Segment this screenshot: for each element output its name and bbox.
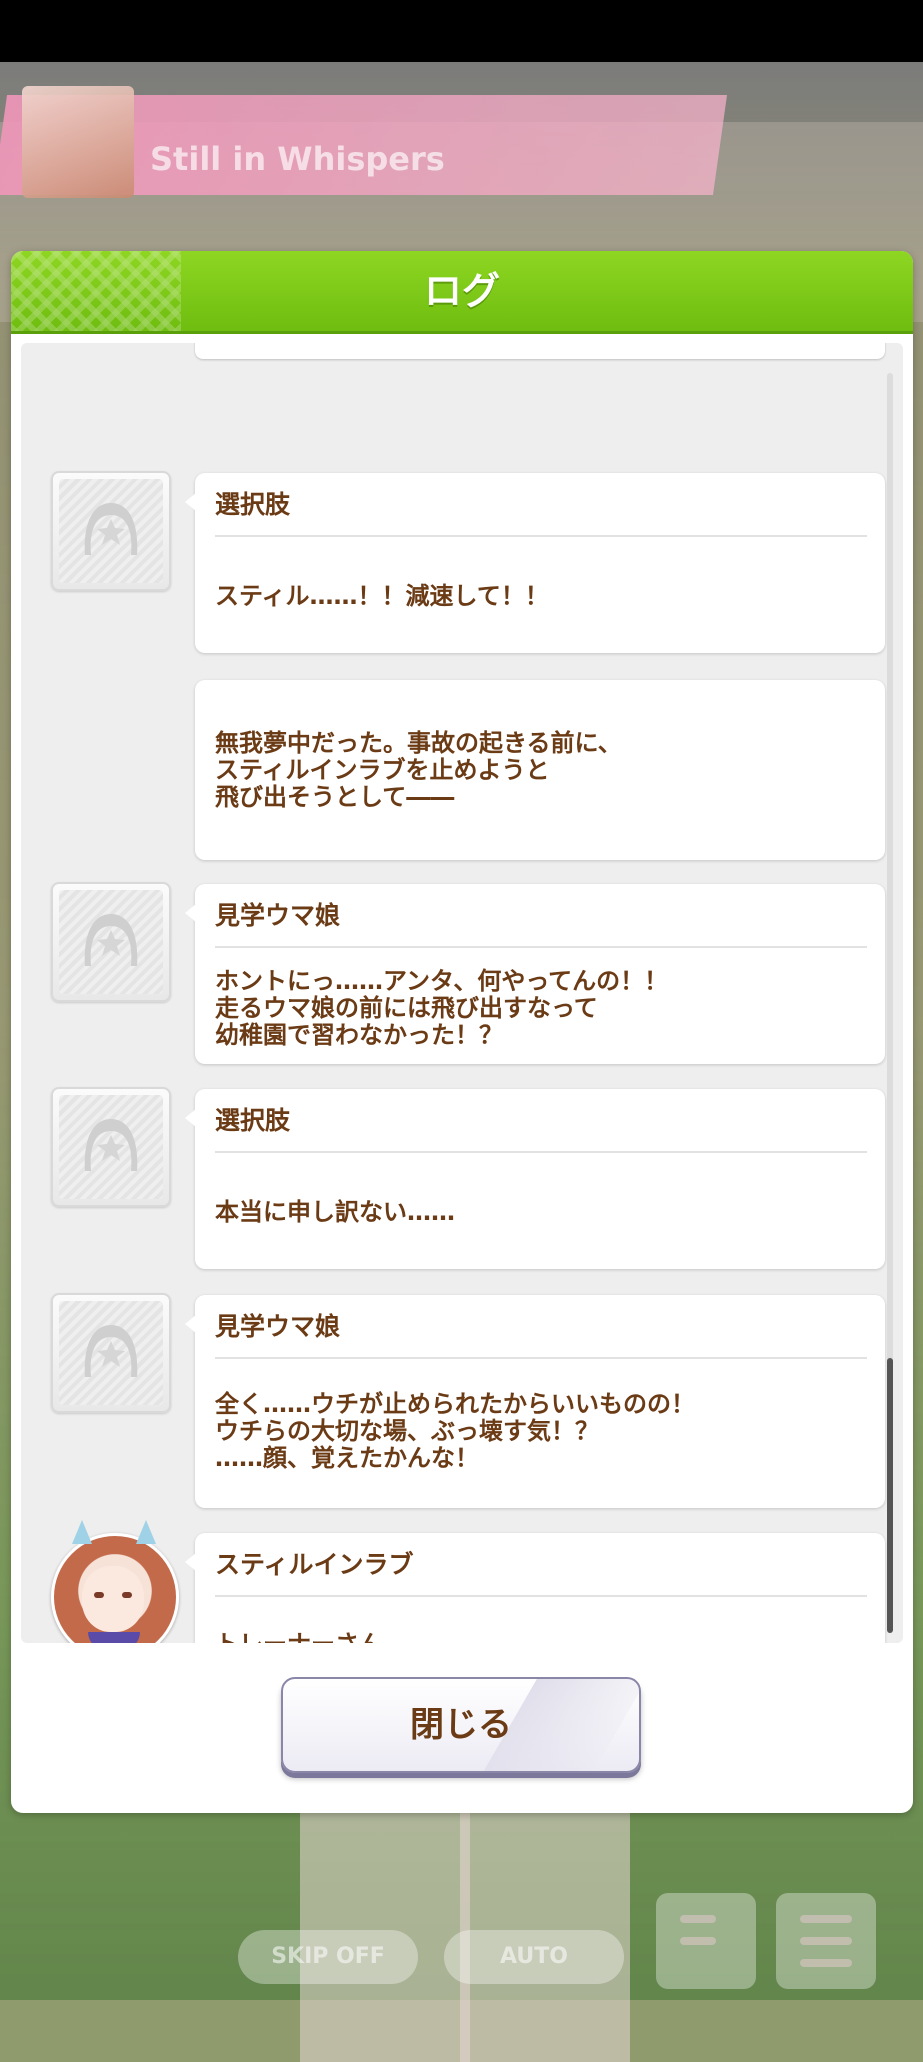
horseshoe-icon	[84, 1119, 138, 1171]
speaker-avatar	[51, 882, 171, 1002]
log-text: ホントにっ……アンタ、何やってんの！！ 走るウマ娘の前には飛び出すなって 幼稚園…	[215, 967, 669, 1049]
banner-character-avatar	[22, 86, 134, 198]
log-entry: 選択肢 スティル……！！減速して！！	[185, 473, 885, 653]
previous-log-card	[195, 343, 885, 359]
speaker-avatar	[51, 471, 171, 591]
close-button[interactable]: 閉じる	[281, 1677, 641, 1773]
dialog-header: ログ	[11, 251, 913, 334]
speaker-name: 選択肢	[215, 490, 291, 519]
menu-icon[interactable]	[776, 1893, 876, 1989]
log-text: 本当に申し訳ない……	[215, 1198, 455, 1226]
close-button-label: 閉じる	[410, 1705, 512, 1745]
character-avatar	[51, 1520, 179, 1643]
speaker-name: 見学ウマ娘	[215, 901, 341, 930]
log-scrollbar[interactable]	[887, 373, 893, 1633]
horseshoe-icon	[84, 503, 138, 555]
skip-button[interactable]: SKIP OFF	[238, 1930, 418, 1984]
auto-button[interactable]: AUTO	[444, 1930, 624, 1984]
log-entry: 見学ウマ娘 全く……ウチが止められたからいいものの！ ウチらの大切な場、ぶっ壊す…	[185, 1295, 885, 1508]
log-text: 無我夢中だった。事故の起きる前に、 スティルインラブを止めようと 飛び出そうとし…	[215, 729, 622, 811]
speaker-name: スティルインラブ	[215, 1550, 414, 1579]
log-text: スティル……！！減速して！！	[215, 582, 549, 610]
horseshoe-icon	[84, 1325, 138, 1377]
log-dialog: ログ 選択肢 スティル……！！減速して！！ 無我夢中だった。事故の起きる前に、 …	[11, 251, 913, 1813]
log-text: 全く……ウチが止められたからいいものの！ ウチらの大切な場、ぶっ壊す気！？ ………	[215, 1390, 695, 1472]
log-list[interactable]: 選択肢 スティル……！！減速して！！ 無我夢中だった。事故の起きる前に、 スティ…	[21, 343, 903, 1643]
scrollbar-thumb[interactable]	[887, 1358, 893, 1633]
dialog-title: ログ	[423, 269, 500, 313]
speaker-avatar	[51, 1087, 171, 1207]
log-entry: 見学ウマ娘 ホントにっ……アンタ、何やってんの！！ 走るウマ娘の前には飛び出すな…	[185, 884, 885, 1064]
horseshoe-icon	[84, 914, 138, 966]
log-entry: 無我夢中だった。事故の起きる前に、 スティルインラブを止めようと 飛び出そうとし…	[195, 680, 885, 860]
log-history-icon[interactable]	[656, 1893, 756, 1989]
log-entry: スティルインラブ トレーナーさん…… 申し訳ございません、私のせいで……。	[185, 1533, 885, 1644]
speaker-avatar	[51, 1293, 171, 1413]
log-text: トレーナーさん…… 申し訳ございません、私のせいで……。	[215, 1631, 867, 1644]
log-entry: 選択肢 本当に申し訳ない……	[185, 1089, 885, 1269]
speaker-name: 選択肢	[215, 1106, 291, 1135]
banner-subtitle: Still in Whispers	[150, 140, 445, 178]
speaker-name: 見学ウマ娘	[215, 1312, 341, 1341]
status-bar	[0, 0, 923, 62]
